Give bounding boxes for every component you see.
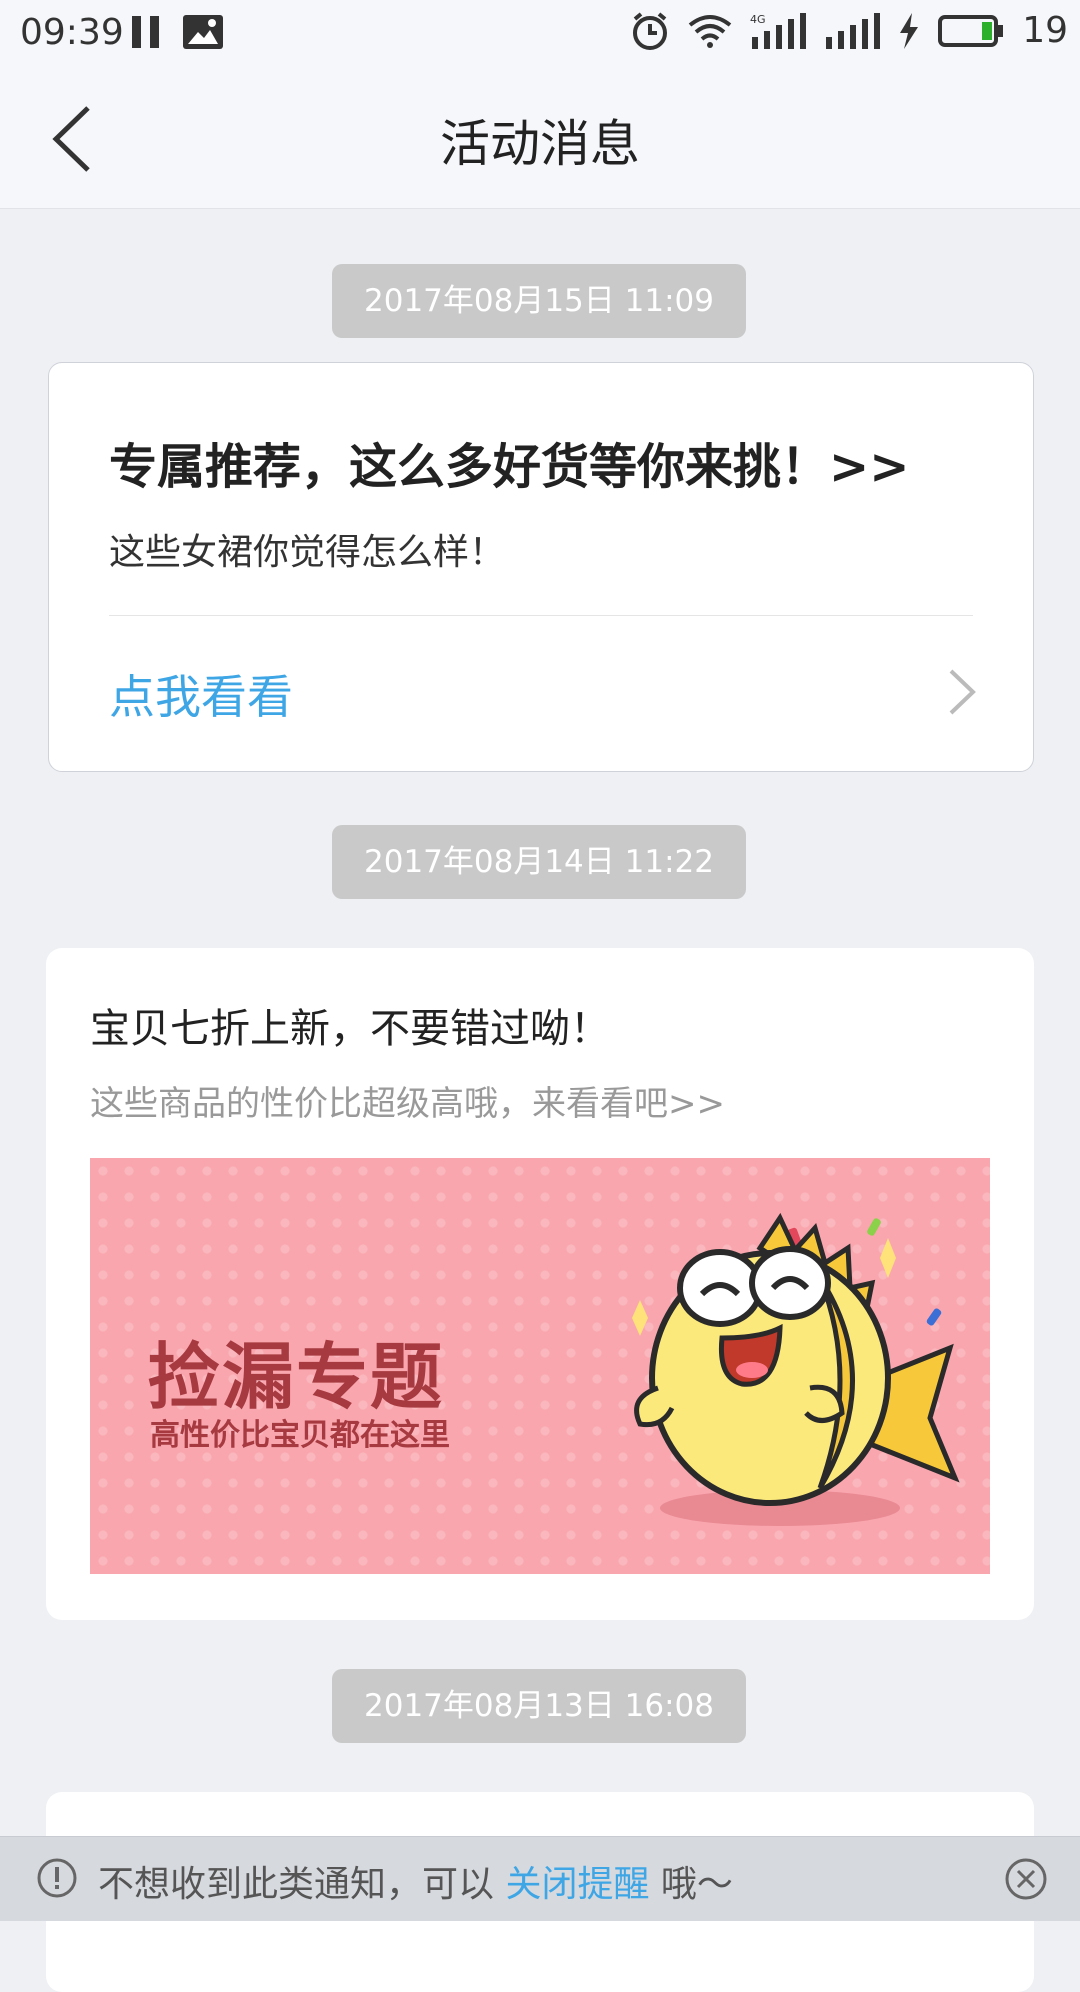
svg-text:4G: 4G [750, 13, 766, 26]
disable-reminder-link[interactable]: 关闭提醒 [505, 1864, 649, 1905]
wifi-icon [688, 14, 732, 48]
message-card[interactable]: 宝贝七折上新，不要错过呦！ 这些商品的性价比超级高哦，来看看吧>> 捡漏专题 高… [46, 948, 1034, 1620]
view-link[interactable]: 点我看看 [109, 661, 293, 727]
fish-mascot-icon [632, 1212, 960, 1526]
timestamp-badge: 2017年08月14日 11:22 [332, 825, 746, 899]
message-subtitle: 这些女裙你觉得怎么样！ [109, 532, 506, 573]
message-subtitle: 这些商品的性价比超级高哦，来看看吧>> [90, 1084, 725, 1124]
timestamp-badge: 2017年08月15日 11:09 [332, 264, 746, 338]
notification-bar: 不想收到此类通知，可以 关闭提醒 哦〜 [0, 1836, 1080, 1921]
alarm-icon [633, 11, 668, 50]
banner-title: 捡漏专题 [148, 1335, 445, 1419]
notification-text: 不想收到此类通知，可以 关闭提醒 哦〜 [98, 1855, 733, 1907]
signal-icon [826, 12, 881, 49]
banner-subtitle: 高性价比宝贝都在这里 [150, 1418, 450, 1453]
page-title: 活动消息 [440, 115, 640, 173]
message-title: 宝贝七折上新，不要错过呦！ [90, 1006, 610, 1052]
chevron-right-icon [949, 669, 976, 715]
image-icon [183, 15, 223, 49]
notification-suffix: 哦〜 [649, 1864, 733, 1905]
divider [109, 615, 973, 616]
battery-icon [938, 14, 1004, 47]
message-card[interactable]: 专属推荐，这么多好货等你来挑！>> 这些女裙你觉得怎么样！ 点我看看 [48, 362, 1034, 772]
signal-4g-icon: 4G [750, 12, 807, 49]
promo-banner[interactable]: 捡漏专题 高性价比宝贝都在这里 [90, 1158, 990, 1574]
charging-icon [900, 12, 919, 49]
battery-level: 19 [1022, 10, 1068, 51]
pause-icon [132, 16, 159, 48]
status-bar: 09:39 4G 19 [0, 0, 1080, 66]
warning-icon [37, 1858, 77, 1898]
status-time: 09:39 [20, 12, 124, 53]
nav-bar: 活动消息 [0, 66, 1080, 209]
timestamp-badge: 2017年08月13日 16:08 [332, 1669, 746, 1743]
close-icon[interactable] [1004, 1857, 1048, 1901]
message-title: 专属推荐，这么多好货等你来挑！>> [109, 439, 910, 495]
notification-prefix: 不想收到此类通知，可以 [98, 1864, 506, 1905]
